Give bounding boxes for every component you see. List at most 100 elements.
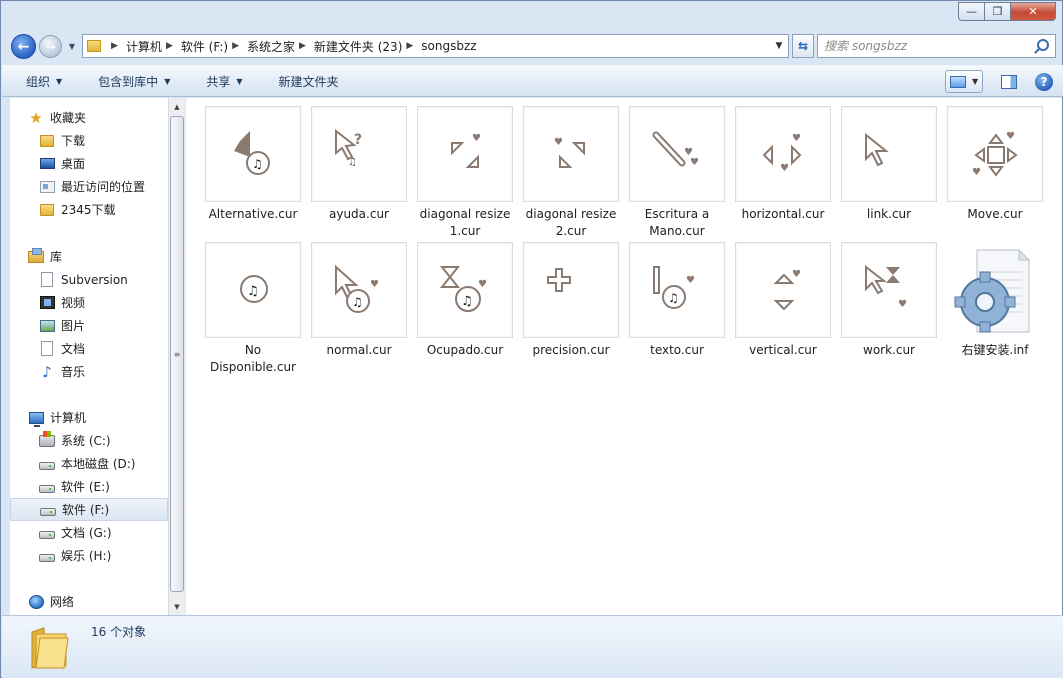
- sidebar-item-subversion[interactable]: Subversion: [10, 268, 168, 291]
- sidebar-item-documents[interactable]: 文档: [10, 337, 168, 360]
- chevron-down-icon[interactable]: ▼: [972, 77, 978, 86]
- window-controls: — ❐ ✕: [958, 2, 1056, 21]
- file-name: Move.cur: [967, 207, 1023, 221]
- document-library-icon: [39, 272, 55, 288]
- sidebar-item-label: 2345下载: [61, 203, 116, 217]
- computer-icon: [28, 410, 44, 427]
- address-dropdown-icon[interactable]: ▼: [772, 38, 786, 54]
- cursor-normal-icon: ♫ ♥: [311, 242, 407, 338]
- breadcrumb-drive-f[interactable]: 软件 (F:): [181, 38, 228, 55]
- organize-menu[interactable]: 组织 ▼: [2, 65, 74, 97]
- help-icon[interactable]: ?: [1035, 72, 1053, 91]
- include-in-library-menu[interactable]: 包含到库中 ▼: [74, 65, 182, 97]
- sidebar-item-drive-g[interactable]: 文档 (G:): [10, 521, 168, 544]
- sidebar-item-videos[interactable]: 视频: [10, 291, 168, 314]
- folder-icon: [39, 202, 55, 218]
- scroll-up-icon[interactable]: ▲: [169, 98, 185, 115]
- forward-button[interactable]: →: [39, 35, 62, 58]
- sidebar-item-pictures[interactable]: 图片: [10, 314, 168, 337]
- music-note-icon: ♪: [42, 362, 52, 381]
- folder-icon: [30, 624, 70, 670]
- sidebar-item-label: 库: [50, 250, 63, 264]
- sidebar-item-label: 软件 (E:): [61, 480, 110, 494]
- cursor-unavailable-icon: ♫: [205, 242, 301, 338]
- maximize-button[interactable]: ❐: [985, 2, 1011, 21]
- sidebar-item-label: 桌面: [61, 157, 86, 171]
- breadcrumb-songsbzz[interactable]: songsbzz: [421, 39, 476, 53]
- sidebar-item-recent-places[interactable]: 最近访问的位置: [10, 175, 168, 198]
- file-name: link.cur: [866, 207, 912, 221]
- sidebar-item-music[interactable]: ♪ 音乐: [10, 360, 168, 383]
- refresh-button[interactable]: ⇆: [792, 34, 814, 58]
- minimize-button[interactable]: —: [958, 2, 985, 21]
- svg-text:♫: ♫: [348, 157, 357, 168]
- svg-text:♥: ♥: [1006, 131, 1015, 142]
- back-button[interactable]: ←: [11, 34, 36, 59]
- include-in-library-label: 包含到库中: [98, 74, 159, 89]
- change-view-button[interactable]: ▼: [945, 70, 983, 93]
- search-box: [817, 34, 1056, 58]
- sidebar-item-2345-downloads[interactable]: 2345下载: [10, 198, 168, 221]
- sidebar-item-network[interactable]: 网络: [10, 590, 168, 613]
- breadcrumb-new-folder-23[interactable]: 新建文件夹 (23): [314, 38, 402, 55]
- svg-text:♫: ♫: [252, 157, 263, 171]
- chevron-right-icon[interactable]: ▶: [166, 41, 173, 51]
- back-arrow-icon: ←: [17, 38, 30, 55]
- sidebar-item-drive-c[interactable]: 系统 (C:): [10, 429, 168, 452]
- breadcrumb-xitongzhijia[interactable]: 系统之家: [247, 38, 295, 55]
- share-menu[interactable]: 共享 ▼: [182, 65, 254, 97]
- forward-arrow-icon: →: [45, 39, 56, 54]
- scroll-down-icon[interactable]: ▼: [169, 598, 185, 615]
- chevron-right-icon[interactable]: ▶: [406, 41, 413, 51]
- scrollbar-thumb[interactable]: ≡: [170, 116, 184, 592]
- hard-drive-icon: [39, 456, 55, 472]
- search-icon[interactable]: [1037, 39, 1049, 51]
- sidebar-item-drive-f[interactable]: 软件 (F:): [10, 498, 168, 521]
- svg-text:♥: ♥: [370, 279, 379, 290]
- sidebar-item-libraries[interactable]: 库: [10, 245, 168, 268]
- sidebar-item-label: Subversion: [61, 272, 128, 287]
- svg-text:♥: ♥: [472, 133, 481, 144]
- sidebar-item-drive-h[interactable]: 娱乐 (H:): [10, 544, 168, 567]
- document-icon: [39, 341, 55, 357]
- navigation-pane-scrollbar[interactable]: ▲ ≡ ▼: [168, 98, 185, 615]
- svg-text:♥: ♥: [686, 275, 695, 286]
- navigation-pane: ★ 收藏夹 下载 桌面 最近访问的位置 2345下载 库 Subversion 视…: [10, 98, 168, 615]
- search-input[interactable]: [824, 39, 1024, 53]
- chevron-right-icon[interactable]: ▶: [299, 41, 306, 51]
- svg-text:?: ?: [354, 132, 362, 148]
- sidebar-item-label: 图片: [61, 319, 86, 333]
- chevron-right-icon[interactable]: ▶: [111, 41, 118, 51]
- address-bar[interactable]: ▶ 计算机 ▶ 软件 (F:) ▶ 系统之家 ▶ 新建文件夹 (23) ▶ so…: [82, 34, 789, 58]
- new-folder-button[interactable]: 新建文件夹: [255, 65, 351, 97]
- cursor-horizontal-icon: ♥ ♥: [735, 106, 831, 202]
- hard-drive-icon: [39, 548, 55, 564]
- sidebar-item-drive-e[interactable]: 软件 (E:): [10, 475, 168, 498]
- recent-pages-dropdown[interactable]: ▼: [66, 39, 78, 53]
- sidebar-item-downloads[interactable]: 下载: [10, 129, 168, 152]
- file-name: Escritura a Mano.cur: [644, 207, 710, 238]
- file-name: precision.cur: [532, 343, 610, 357]
- chevron-right-icon[interactable]: ▶: [232, 41, 239, 51]
- close-button[interactable]: ✕: [1011, 2, 1056, 21]
- sidebar-item-label: 系统 (C:): [61, 434, 111, 448]
- cursor-alternative-icon: ♫: [205, 106, 301, 202]
- chevron-down-icon: ▼: [56, 76, 63, 86]
- sidebar-item-computer[interactable]: 计算机: [10, 406, 168, 429]
- item-count: 16 个对象: [91, 625, 147, 639]
- preview-pane-icon[interactable]: [1001, 74, 1017, 89]
- svg-text:♥: ♥: [792, 269, 801, 280]
- svg-text:♫: ♫: [668, 291, 679, 305]
- cursor-diag2-icon: ♥: [523, 106, 619, 202]
- svg-text:♫: ♫: [247, 284, 259, 299]
- sidebar-item-label: 收藏夹: [50, 111, 87, 125]
- sidebar-item-label: 文档: [61, 342, 86, 356]
- breadcrumb-computer[interactable]: 计算机: [126, 38, 162, 55]
- sidebar-item-drive-d[interactable]: 本地磁盘 (D:): [10, 452, 168, 475]
- svg-text:♥: ♥: [554, 137, 563, 148]
- file-list: ♫ Alternative.cur ? ♫ ayuda.cur ♥ diagona…: [186, 98, 1062, 615]
- sidebar-item-favorites[interactable]: ★ 收藏夹: [10, 106, 168, 129]
- cursor-diag1-icon: ♥: [417, 106, 513, 202]
- file-name: horizontal.cur: [741, 207, 825, 221]
- sidebar-item-desktop[interactable]: 桌面: [10, 152, 168, 175]
